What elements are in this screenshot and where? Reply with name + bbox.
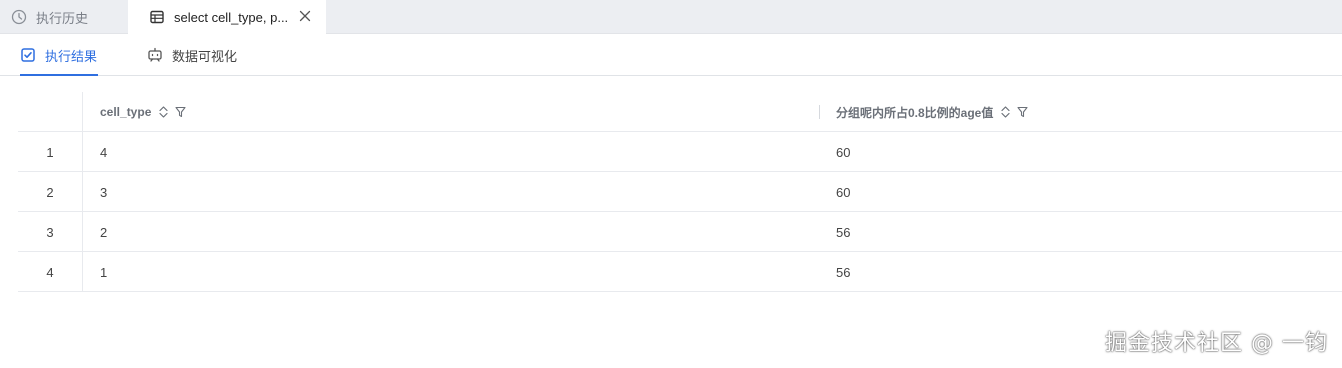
result-tab-bar: 执行结果 数据可视化 xyxy=(0,35,1342,76)
table-cell[interactable]: 2 xyxy=(84,212,819,252)
tab-execution-history[interactable]: 执行历史 xyxy=(0,0,127,34)
table-row[interactable]: 3 2 56 xyxy=(18,212,1342,252)
sort-icon[interactable] xyxy=(999,106,1011,118)
row-index: 1 xyxy=(18,132,83,172)
column-header-age-value[interactable]: 分组呢内所占0.8比例的age值 xyxy=(819,92,1342,132)
index-header xyxy=(18,92,83,132)
column-header-label: 分组呢内所占0.8比例的age值 xyxy=(836,105,994,120)
table-cell[interactable]: 56 xyxy=(819,252,1342,292)
close-icon[interactable] xyxy=(298,9,312,23)
table-cell[interactable]: 1 xyxy=(84,252,819,292)
tab-label: 执行结果 xyxy=(45,48,98,64)
table-row[interactable]: 2 3 60 xyxy=(18,172,1342,212)
tab-label: 数据可视化 xyxy=(172,48,238,64)
filter-icon[interactable] xyxy=(1016,106,1028,118)
active-tab-indicator xyxy=(20,74,98,76)
watermark: 掘金技术社区 @ 一钧 xyxy=(1105,331,1328,356)
result-table: cell_type 分组呢内所占0.8比例的age值 1 4 60 2 3 60… xyxy=(18,92,1342,292)
table-icon xyxy=(148,8,166,26)
table-header-row: cell_type 分组呢内所占0.8比例的age值 xyxy=(18,92,1342,132)
table-cell[interactable]: 4 xyxy=(84,132,819,172)
row-index: 4 xyxy=(18,252,83,292)
clock-icon xyxy=(10,8,28,26)
table-row[interactable]: 4 1 56 xyxy=(18,252,1342,292)
tab-data-visualization[interactable]: 数据可视化 xyxy=(147,35,237,75)
top-tab-bar: 执行历史 select cell_type, p... xyxy=(0,0,1342,34)
table-cell[interactable]: 60 xyxy=(819,172,1342,212)
column-header-label: cell_type xyxy=(100,105,152,119)
tab-execution-results[interactable]: 执行结果 xyxy=(20,35,98,76)
table-cell[interactable]: 3 xyxy=(84,172,819,212)
table-row[interactable]: 1 4 60 xyxy=(18,132,1342,172)
column-header-cell-type[interactable]: cell_type xyxy=(84,92,819,132)
filter-icon[interactable] xyxy=(174,106,186,118)
checkbox-icon xyxy=(20,47,36,63)
table-cell[interactable]: 56 xyxy=(819,212,1342,252)
tab-label: 执行历史 xyxy=(36,10,89,26)
sort-icon[interactable] xyxy=(157,106,169,118)
row-index: 3 xyxy=(18,212,83,252)
tab-query[interactable]: select cell_type, p... xyxy=(128,0,326,34)
table-cell[interactable]: 60 xyxy=(819,132,1342,172)
tab-label: select cell_type, p... xyxy=(174,9,289,25)
row-index: 2 xyxy=(18,172,83,212)
app-window: 执行历史 select cell_type, p... 执行结果 数据可视化 c… xyxy=(0,0,1342,368)
chart-robot-icon xyxy=(147,47,163,63)
